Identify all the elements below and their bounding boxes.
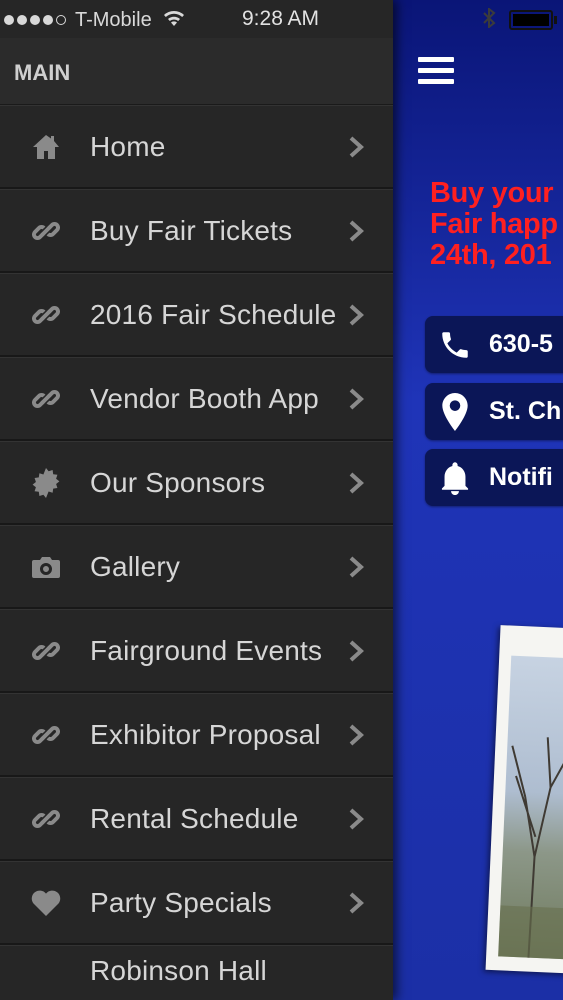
menu-item-our-sponsors[interactable]: Our Sponsors [0,441,393,525]
heart-icon [30,887,62,919]
signal-dot-empty [56,15,66,25]
status-time: 9:28 AM [242,7,320,30]
promo-text: Buy your Fair happ 24th, 201 [430,177,558,271]
signal-dot [30,15,40,25]
bluetooth-icon [482,6,496,33]
phone-icon [433,328,477,362]
menu-item-gallery[interactable]: Gallery [0,525,393,609]
chevron-right-icon [345,136,367,158]
badge-icon [30,467,62,499]
menu-item-label: Exhibitor Proposal [90,718,321,750]
chevron-right-icon [345,640,367,662]
menu-item-2016-fair-schedule[interactable]: 2016 Fair Schedule [0,273,393,357]
menu-item-label: Rental Schedule [90,802,299,834]
menu-item-label: Party Specials [90,886,272,918]
drawer-menu: Home Buy Fair Tickets 2016 Fair Schedule [0,105,393,985]
hamburger-menu-icon[interactable] [418,57,454,85]
menu-item-label: Gallery [90,550,181,582]
status-bar: T-Mobile 9:28 AM [0,0,563,38]
location-button[interactable]: St. Ch [425,383,563,440]
menu-item-label: Our Sponsors [90,466,266,498]
bell-icon [433,461,477,495]
link-icon [30,299,62,331]
menu-item-home[interactable]: Home [0,105,393,189]
menu-item-label: Vendor Booth App [90,382,319,414]
notifications-button[interactable]: Notifi [425,449,563,506]
chevron-right-icon [345,388,367,410]
phone-button[interactable]: 630-5 [425,316,563,373]
notifications-label: Notifi [489,463,553,491]
chevron-right-icon [345,220,367,242]
menu-item-vendor-booth-app[interactable]: Vendor Booth App [0,357,393,441]
chevron-right-icon [345,556,367,578]
menu-item-label: Robinson Hall [90,955,267,985]
menu-item-exhibitor-proposal[interactable]: Exhibitor Proposal [0,693,393,777]
link-icon [30,803,62,835]
fairground-photo [485,625,563,976]
menu-item-buy-fair-tickets[interactable]: Buy Fair Tickets [0,189,393,273]
signal-dot [17,15,27,25]
signal-dot [43,15,53,25]
menu-item-label: Buy Fair Tickets [90,214,293,246]
signal-dot [4,15,14,25]
camera-icon [30,551,62,583]
link-icon [30,215,62,247]
menu-item-robinson-hall[interactable]: Robinson Hall [0,945,393,985]
link-icon [30,635,62,667]
menu-item-party-specials[interactable]: Party Specials [0,861,393,945]
drawer-header: MAIN [0,38,393,106]
phone-label: 630-5 [489,330,553,358]
location-label: St. Ch [489,397,562,425]
link-icon [30,719,62,751]
chevron-right-icon [345,304,367,326]
link-icon [30,383,62,415]
menu-item-label: 2016 Fair Schedule [90,298,337,330]
battery-icon [509,10,557,30]
chevron-right-icon [345,472,367,494]
navigation-drawer: MAIN Home Buy Fair Tickets 2016 Fair Sch… [0,0,393,1000]
menu-item-fairground-events[interactable]: Fairground Events [0,609,393,693]
menu-item-label: Home [90,130,166,162]
chevron-right-icon [345,724,367,746]
chevron-right-icon [345,808,367,830]
carrier-name: T-Mobile [75,8,152,31]
location-pin-icon [433,392,477,431]
menu-item-label: Fairground Events [90,634,323,666]
menu-item-rental-schedule[interactable]: Rental Schedule [0,777,393,861]
wifi-icon [162,8,186,32]
home-icon [30,131,62,163]
main-content: Buy your Fair happ 24th, 201 630-5 St. C… [393,0,563,1000]
section-title: MAIN [14,60,71,85]
chevron-right-icon [345,892,367,914]
